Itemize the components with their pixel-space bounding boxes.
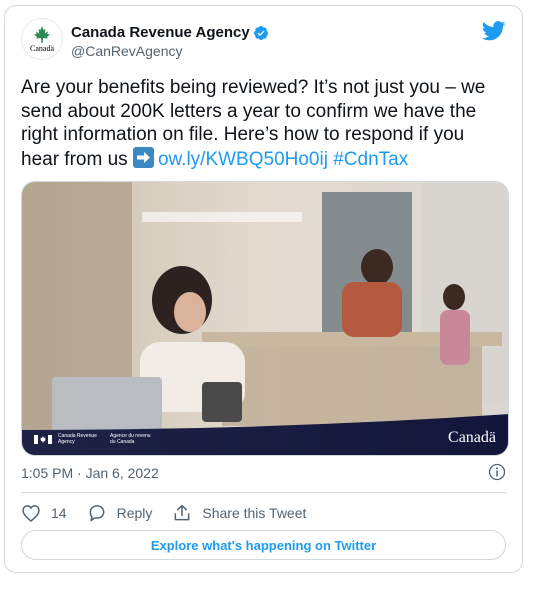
like-button[interactable]: 14	[21, 503, 67, 523]
author-display-name: Canada Revenue Agency	[71, 24, 250, 41]
avatar-wordmark: Canadä	[30, 43, 54, 53]
tweet-timestamp[interactable]: 1:05 PM · Jan 6, 2022	[21, 465, 159, 481]
tweet-link[interactable]: ow.ly/KWBQ50Ho0ij	[158, 149, 328, 170]
agency-signature: Canada Revenue Agency Agence du revenu d…	[34, 433, 156, 445]
canada-wordmark: Canadä	[448, 429, 496, 446]
explore-twitter-button[interactable]: Explore what's happening on Twitter	[21, 530, 506, 560]
right-arrow-emoji-icon	[132, 146, 154, 168]
tweet-card: Canadä Canada Revenue Agency @CanRevAgen…	[4, 5, 523, 573]
reply-icon	[89, 505, 104, 522]
agency-name-en: Canada Revenue Agency	[58, 433, 97, 445]
avatar[interactable]: Canadä	[21, 18, 63, 60]
kitchen-photo	[22, 182, 508, 455]
twitter-bird-icon[interactable]	[482, 21, 506, 41]
share-label: Share this Tweet	[202, 505, 307, 521]
divider	[21, 492, 506, 493]
info-icon[interactable]	[488, 463, 506, 481]
agency-name-fr: Agence du revenu du Canada	[110, 433, 151, 445]
heart-icon	[22, 505, 40, 522]
verified-badge-icon	[253, 25, 268, 40]
tweet-media-image[interactable]: Canada Revenue Agency Agence du revenu d…	[21, 181, 509, 456]
share-button[interactable]: Share this Tweet	[172, 503, 306, 523]
reply-label: Reply	[116, 505, 153, 521]
canada-flag-icon	[34, 434, 52, 444]
reply-button[interactable]: Reply	[87, 503, 153, 523]
author-handle[interactable]: @CanRevAgency	[71, 43, 183, 59]
hashtag-link[interactable]: #CdnTax	[333, 149, 408, 170]
like-count: 14	[51, 505, 67, 521]
share-icon	[174, 504, 190, 521]
tweet-text: Are your benefits being reviewed? It’s n…	[21, 76, 501, 171]
tweet-actions: 14 Reply Share this Tweet	[21, 502, 326, 524]
maple-leaf-icon	[34, 25, 50, 43]
author-name[interactable]: Canada Revenue Agency	[71, 24, 269, 41]
